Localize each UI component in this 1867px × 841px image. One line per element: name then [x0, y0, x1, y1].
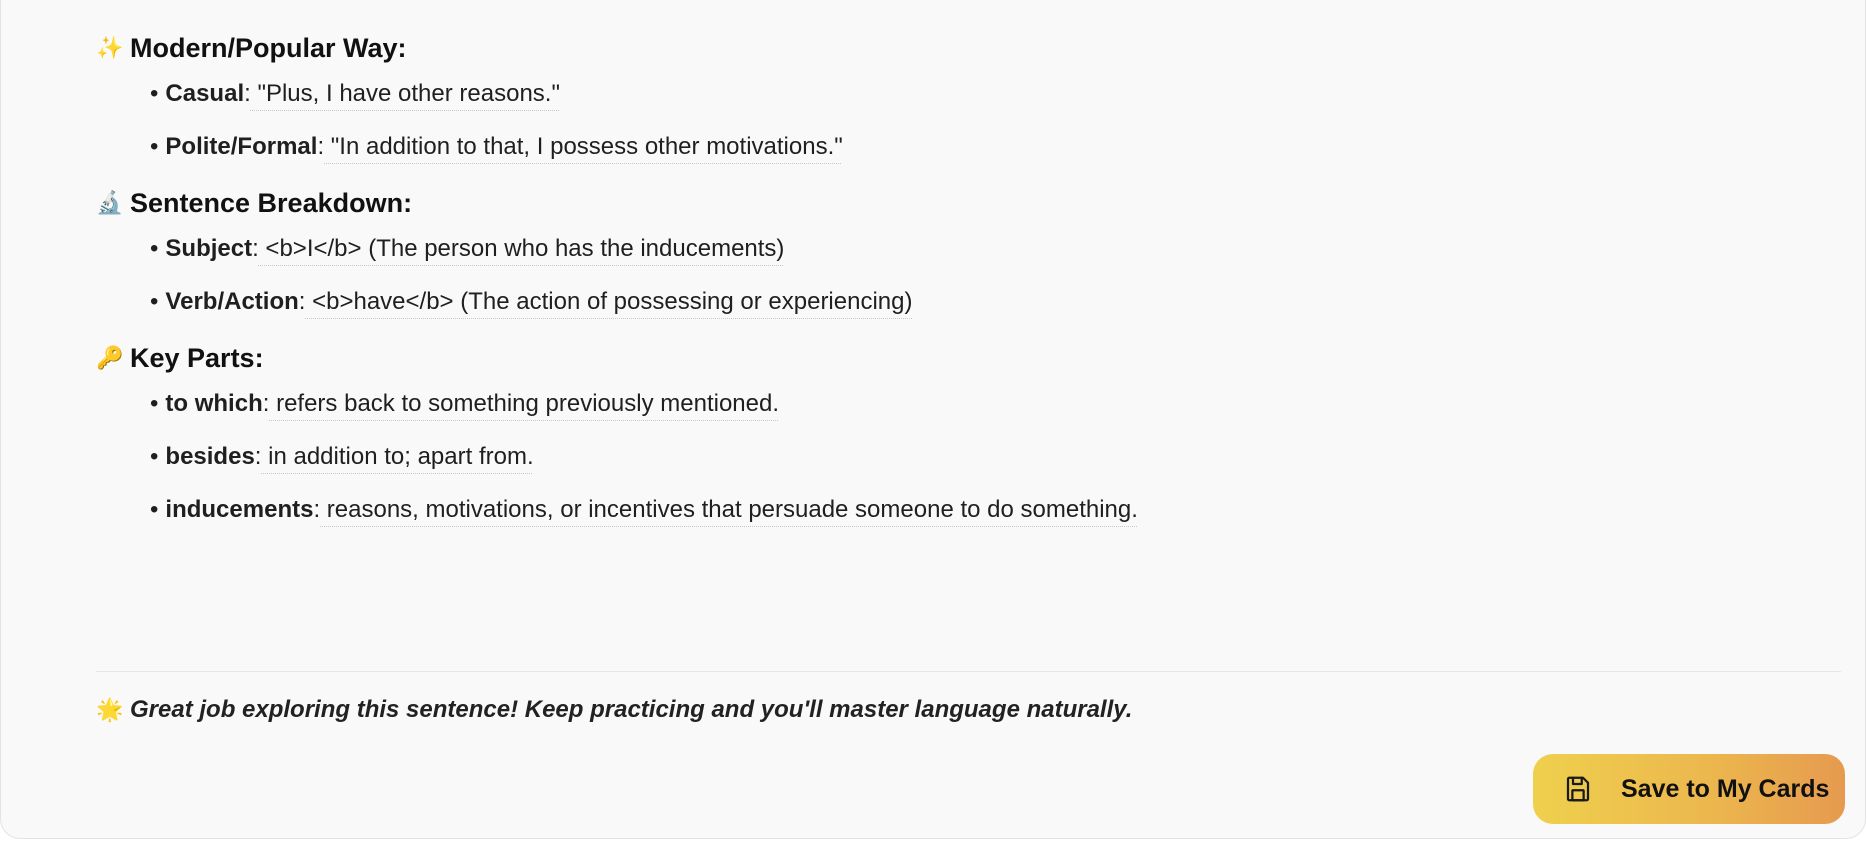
- closing-text: Great job exploring this sentence! Keep …: [130, 696, 1133, 723]
- key-icon: 🔑: [96, 345, 124, 370]
- list-item: • Casual: "Plus, I have other reasons.": [150, 76, 1841, 112]
- list-item: • Polite/Formal: "In addition to that, I …: [150, 129, 1841, 165]
- bullet: •: [150, 443, 159, 470]
- save-button-label: Save to My Cards: [1621, 774, 1830, 803]
- sparkles-icon: ✨: [96, 35, 124, 60]
- list-item: • Verb/Action: <b>have</b> (The action of…: [150, 284, 1841, 320]
- item-term: besides: [165, 443, 255, 470]
- bullet: •: [150, 390, 159, 417]
- microscope-icon: 🔬: [96, 190, 124, 215]
- list-item: • besides: in addition to; apart from.: [150, 439, 1841, 475]
- section-heading: 🔬 Sentence Breakdown:: [96, 183, 1841, 223]
- closing-message: 🌟 Great job exploring this sentence! Kee…: [96, 696, 1132, 724]
- section-key-parts: 🔑 Key Parts: • to which: refers back to s…: [96, 338, 1841, 528]
- item-term: Polite/Formal: [165, 133, 318, 160]
- section-sentence-breakdown: 🔬 Sentence Breakdown: • Subject: <b>I</b>…: [96, 183, 1841, 320]
- section-title: Sentence Breakdown:: [130, 187, 413, 218]
- bullet: •: [150, 288, 159, 315]
- item-sep: :: [252, 235, 259, 262]
- item-text[interactable]: in addition to; apart from.: [261, 443, 534, 470]
- list-item: • Subject: <b>I</b> (The person who has t…: [150, 231, 1841, 267]
- item-text[interactable]: <b>I</b> (The person who has the inducem…: [259, 235, 784, 262]
- section-title: Modern/Popular Way:: [130, 32, 407, 63]
- bullet: •: [150, 496, 159, 523]
- item-term: Subject: [165, 235, 253, 262]
- item-term: Verb/Action: [165, 288, 299, 315]
- list-item: • inducements: reasons, motivations, or i…: [150, 492, 1841, 528]
- item-list: • Casual: "Plus, I have other reasons." •…: [96, 76, 1841, 165]
- item-text[interactable]: "In addition to that, I possess other mo…: [324, 133, 843, 160]
- section-heading: ✨ Modern/Popular Way:: [96, 28, 1841, 68]
- item-list: • Subject: <b>I</b> (The person who has t…: [96, 231, 1841, 320]
- sentence-analysis: ✨ Modern/Popular Way: • Casual: "Plus, I …: [96, 28, 1841, 546]
- bullet: •: [150, 235, 159, 262]
- item-text[interactable]: reasons, motivations, or incentives that…: [320, 496, 1138, 523]
- item-list: • to which: refers back to something prev…: [96, 386, 1841, 528]
- list-item: • to which: refers back to something prev…: [150, 386, 1841, 422]
- item-text[interactable]: refers back to something previously ment…: [269, 390, 779, 417]
- item-text[interactable]: <b>have</b> (The action of possessing or…: [305, 288, 912, 315]
- item-term: inducements: [165, 496, 314, 523]
- item-sep: :: [244, 80, 251, 107]
- section-title: Key Parts:: [130, 342, 264, 373]
- save-to-cards-button[interactable]: Save to My Cards: [1533, 754, 1845, 824]
- divider: [96, 671, 1841, 672]
- section-modern-popular-way: ✨ Modern/Popular Way: • Casual: "Plus, I …: [96, 28, 1841, 165]
- bullet: •: [150, 80, 159, 107]
- section-heading: 🔑 Key Parts:: [96, 338, 1841, 378]
- item-term: to which: [165, 390, 263, 417]
- save-icon: [1566, 776, 1590, 802]
- bullet: •: [150, 133, 159, 160]
- item-term: Casual: [165, 80, 245, 107]
- sparkle-burst-icon: 🌟: [96, 697, 124, 722]
- item-text[interactable]: "Plus, I have other reasons.": [251, 80, 560, 107]
